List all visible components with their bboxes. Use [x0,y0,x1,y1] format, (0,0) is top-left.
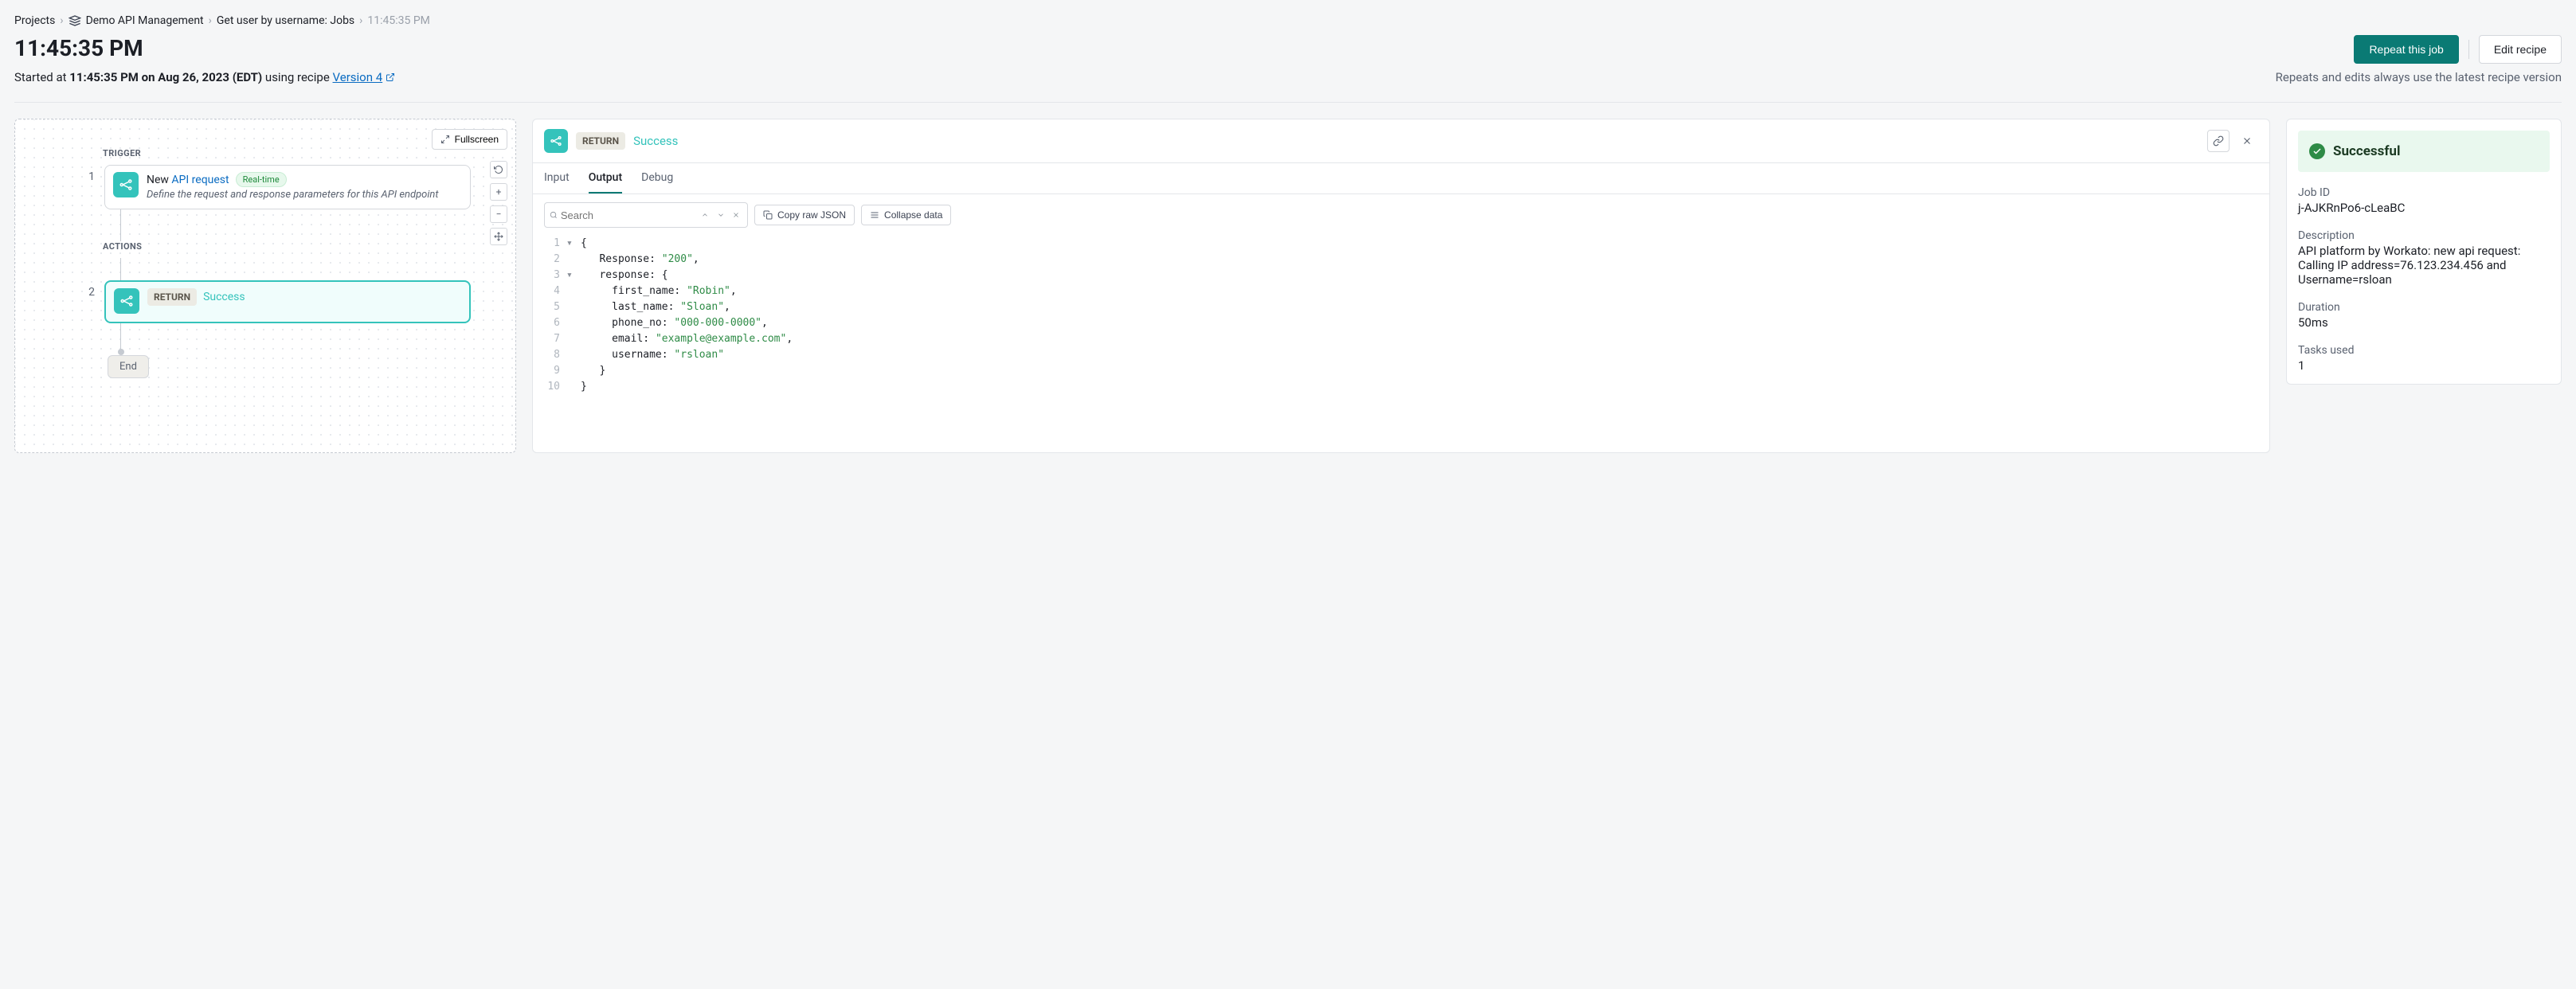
search-input-wrap [544,202,748,228]
step-detail-panel: RETURN Success Input Output [532,119,2270,453]
api-request-link: API request [171,174,229,186]
trigger-section-label: TRIGGER [103,148,491,158]
api-icon [544,129,568,153]
step-status: Success [203,291,245,303]
job-id-label: Job ID [2298,186,2550,199]
search-clear-button[interactable] [730,206,742,224]
tasks-value: 1 [2298,358,2550,373]
job-id-value: j-AJKRnPo6-cLeaBC [2298,201,2550,215]
external-link-icon [386,72,395,82]
search-prev-button[interactable] [699,206,711,224]
json-output: 1▾{ 2 Response: "200", 3▾ response: { 4 … [533,236,2269,403]
repeat-job-button[interactable]: Repeat this job [2354,35,2458,64]
recipe-version-link[interactable]: Version 4 [333,70,396,84]
divider [2468,40,2469,59]
detail-status: Success [633,134,678,148]
realtime-badge: Real-time [236,172,287,187]
step-number: 2 [87,280,95,304]
description-label: Description [2298,229,2550,242]
success-icon [2309,143,2325,159]
collapse-icon [870,210,879,220]
search-next-button[interactable] [714,206,726,224]
breadcrumb-projects[interactable]: Projects [14,14,55,27]
step-number: 1 [87,165,95,189]
chevron-right-icon: › [60,14,63,27]
connector-line [120,258,121,280]
chevron-right-icon: › [209,14,212,27]
trigger-step-card[interactable]: New API request Real-time Define the req… [104,165,471,209]
status-box: Successful [2298,131,2550,172]
breadcrumb-recipe[interactable]: Get user by username: Jobs [217,14,354,27]
repeats-note: Repeats and edits always use the latest … [2276,70,2562,84]
collapse-data-button[interactable]: Collapse data [861,205,951,225]
description-value: API platform by Workato: new api request… [2298,244,2550,287]
recipe-canvas: Fullscreen + − TRIGGER 1 [14,119,516,453]
breadcrumb-current: 11:45:35 PM [367,14,430,27]
status-text: Successful [2333,143,2400,159]
copy-json-button[interactable]: Copy raw JSON [754,205,855,225]
copy-link-button[interactable] [2207,130,2230,152]
connector-line [120,323,121,352]
connector-dot [118,349,124,355]
page-title: 11:45:35 PM [14,35,143,61]
chevron-right-icon: › [359,14,362,27]
tasks-label: Tasks used [2298,344,2550,357]
return-badge: RETURN [576,132,625,150]
return-badge: RETURN [147,288,197,306]
folder-icon [69,14,81,27]
end-node: End [108,355,149,378]
copy-icon [763,210,773,220]
breadcrumb-folder[interactable]: Demo API Management [86,14,204,27]
actions-section-label: ACTIONS [103,241,491,252]
step-description: Define the request and response paramete… [147,189,439,201]
duration-label: Duration [2298,301,2550,314]
search-icon [550,209,558,221]
tab-input[interactable]: Input [544,163,570,194]
edit-recipe-button[interactable]: Edit recipe [2479,35,2562,64]
tab-debug[interactable]: Debug [641,163,673,194]
connector-line [120,209,121,241]
search-input[interactable] [561,209,696,221]
breadcrumb: Projects › Demo API Management › Get use… [14,14,2562,27]
api-icon [114,288,139,314]
started-at-text: Started at 11:45:35 PM on Aug 26, 2023 (… [14,70,395,84]
close-panel-button[interactable] [2236,130,2258,152]
tab-output[interactable]: Output [589,163,622,194]
job-summary-panel: Successful Job ID j-AJKRnPo6-cLeaBC Desc… [2286,119,2562,385]
duration-value: 50ms [2298,315,2550,330]
detail-tabs: Input Output Debug [533,163,2269,194]
return-step-card[interactable]: RETURN Success [104,280,471,323]
api-icon [113,172,139,197]
